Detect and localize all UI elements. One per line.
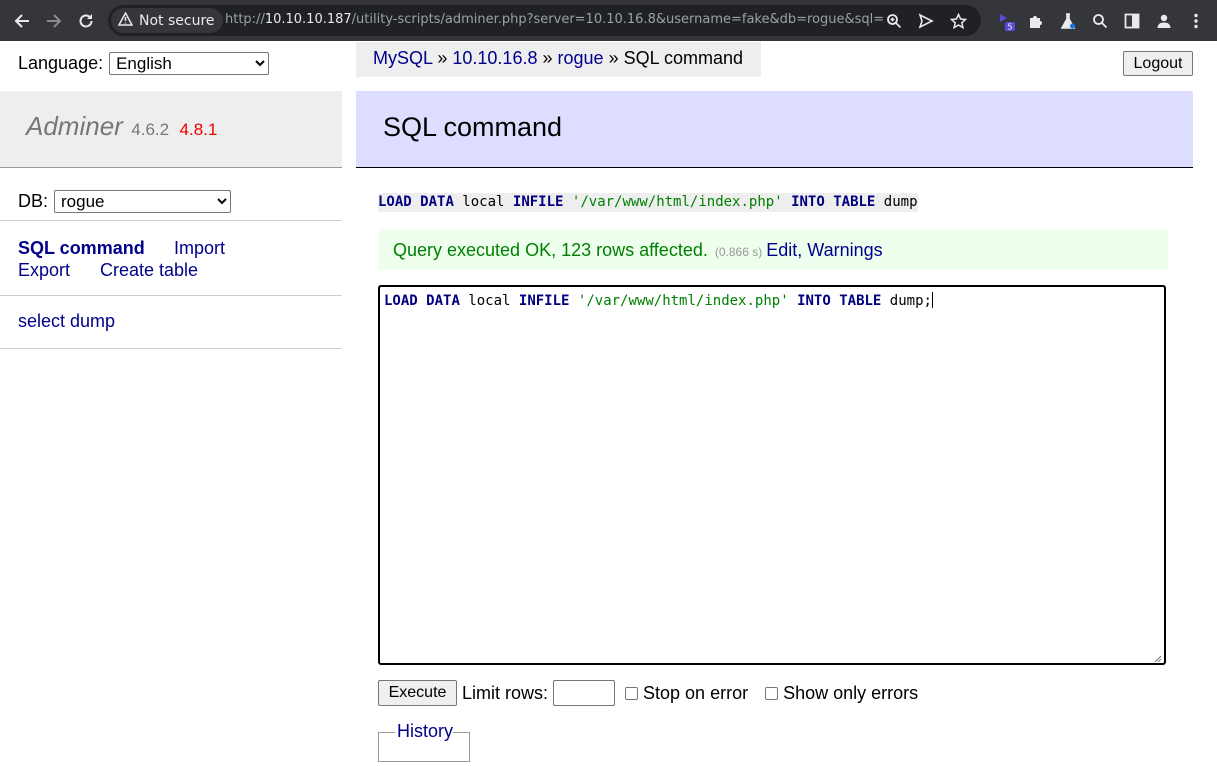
address-bar[interactable]: Not secure http://10.10.10.187/utility-s… (108, 5, 981, 36)
executed-query: LOAD DATA local INFILE '/var/www/html/in… (378, 193, 918, 212)
stop-on-error-label[interactable]: Stop on error (643, 683, 748, 704)
query-text: local (453, 194, 513, 210)
stop-on-error-checkbox[interactable] (625, 686, 639, 700)
app-header: Adminer 4.6.2 4.8.1 (0, 91, 342, 168)
language-form: Language: English (18, 52, 270, 75)
execute-controls: Execute Limit rows: Stop on error Show o… (378, 680, 918, 706)
sql-command-link[interactable]: SQL command (18, 238, 145, 258)
breadcrumb-driver[interactable]: MySQL (373, 48, 432, 68)
create-table-link[interactable]: Create table (100, 260, 198, 280)
language-label: Language: (18, 53, 104, 73)
query-keyword: LOAD (378, 194, 412, 210)
db-label: DB: (18, 191, 49, 211)
new-version-link[interactable]: 4.8.1 (180, 120, 218, 139)
show-only-errors-label[interactable]: Show only errors (783, 683, 918, 704)
zoom-icon[interactable] (885, 12, 903, 30)
editor-keyword: INFILE (518, 293, 570, 309)
forward-icon[interactable] (41, 8, 67, 34)
sidepanel-icon[interactable] (1122, 11, 1142, 31)
resize-grip-icon[interactable] (1152, 651, 1162, 663)
menu-links: SQL command Import Export Create table (0, 221, 342, 296)
profile-icon[interactable] (1154, 11, 1174, 31)
warning-icon (117, 10, 134, 30)
logout-button[interactable]: Logout (1123, 51, 1193, 76)
brand-logo[interactable]: Adminer (26, 111, 123, 141)
history-fieldset: History (378, 721, 470, 762)
query-keyword: TABLE (833, 194, 876, 210)
url-host: 10.10.10.187 (264, 12, 352, 27)
url-path: /utility-scripts/adminer.php?server=10.1… (351, 12, 885, 27)
editor-text: local (459, 293, 519, 309)
breadcrumb-separator: » (437, 48, 448, 68)
page-title: SQL command (356, 91, 1193, 168)
show-only-errors-checkbox[interactable] (765, 686, 779, 700)
breadcrumb-server[interactable]: 10.10.16.8 (452, 48, 537, 68)
editor-keyword: DATA (426, 293, 460, 309)
breadcrumb-db[interactable]: rogue (558, 48, 604, 68)
breadcrumb-separator: » (608, 48, 619, 68)
flask-icon[interactable] (1058, 11, 1078, 31)
breadcrumb-separator: » (542, 48, 553, 68)
query-text: dump (875, 194, 918, 210)
url-text[interactable]: http://10.10.10.187/utility-scripts/admi… (225, 12, 884, 27)
query-keyword: INTO (791, 194, 825, 210)
db-form: DB: rogue (0, 168, 342, 221)
puzzle-icon[interactable] (1026, 11, 1046, 31)
star-icon[interactable] (949, 12, 967, 30)
search-icon[interactable] (1090, 11, 1110, 31)
version: 4.6.2 (131, 120, 170, 139)
history-link[interactable]: History (397, 721, 454, 742)
editor-keyword: TABLE (839, 293, 882, 309)
query-string: '/var/www/html/index.php' (571, 194, 783, 210)
message-text: Query executed OK, 123 rows affected. (393, 240, 708, 260)
success-message: Query executed OK, 123 rows affected. (0… (378, 229, 1168, 270)
extension-badge: 5 (1007, 23, 1012, 32)
limit-rows-label: Limit rows: (462, 682, 549, 703)
sidebar: Adminer 4.6.2 4.8.1 DB: rogue SQL comman… (0, 91, 342, 349)
security-label: Not secure (139, 12, 215, 29)
message-comma: , (797, 240, 803, 260)
execute-button[interactable]: Execute (378, 680, 457, 706)
browser-toolbar: Not secure http://10.10.10.187/utility-s… (0, 0, 1217, 41)
limit-rows-input[interactable] (553, 680, 616, 706)
edit-link[interactable]: Edit (766, 240, 797, 260)
kebab-menu-icon[interactable] (1186, 11, 1206, 31)
editor-text: dump; (881, 293, 932, 309)
editor-keyword: INTO (797, 293, 831, 309)
send-icon[interactable] (917, 12, 935, 30)
language-select[interactable]: English (109, 52, 270, 75)
security-indicator[interactable]: Not secure (111, 8, 223, 33)
db-select[interactable]: rogue (54, 190, 232, 213)
query-keyword: INFILE (512, 194, 564, 210)
table-link-dump[interactable]: select dump (18, 311, 115, 331)
warnings-link[interactable]: Warnings (807, 240, 882, 260)
query-keyword: DATA (420, 194, 454, 210)
reload-icon[interactable] (73, 8, 99, 34)
editor-string: '/var/www/html/index.php' (577, 293, 789, 309)
export-link[interactable]: Export (18, 260, 70, 280)
sql-editor[interactable]: LOAD DATA local INFILE '/var/www/html/in… (378, 285, 1166, 665)
url-prefix: http:// (225, 12, 265, 27)
tables-list: select dump (0, 296, 342, 349)
editor-keyword: LOAD (384, 293, 418, 309)
extension-icon[interactable]: 5 (996, 11, 1016, 31)
breadcrumb-current: SQL command (623, 48, 743, 68)
back-icon[interactable] (9, 8, 35, 34)
query-time: (0.866 s) (714, 245, 763, 259)
text-caret (931, 292, 933, 308)
breadcrumb: MySQL » 10.10.16.8 » rogue » SQL command (356, 42, 761, 77)
import-link[interactable]: Import (174, 238, 225, 258)
